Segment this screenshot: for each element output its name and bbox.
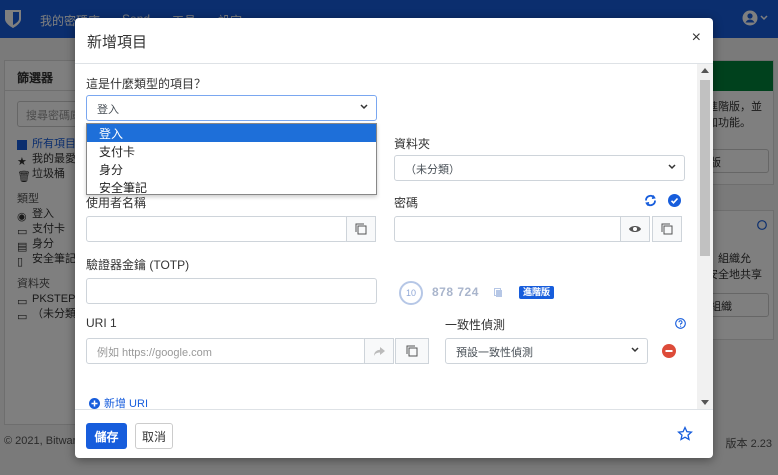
username-input[interactable]: [86, 216, 348, 242]
plus-circle-icon: [89, 397, 100, 409]
help-icon[interactable]: [675, 318, 686, 329]
scroll-down-icon[interactable]: [701, 400, 709, 405]
totp-code: 878 724: [432, 285, 479, 299]
uri-input[interactable]: 例如 https://google.com: [86, 338, 366, 364]
eye-icon: [629, 226, 641, 232]
generate-password-icon[interactable]: [644, 194, 657, 207]
folder-select[interactable]: （未分類）: [394, 155, 685, 181]
item-type-label: 這是什麼類型的項目？: [86, 77, 207, 91]
dialog-body: 這是什麼類型的項目？ 登入 資料夾 （未分類） 使用者名稱 密碼 驗證器金鑰 (…: [75, 64, 713, 410]
chevron-down-icon: [631, 347, 639, 353]
match-detection-label: 一致性偵測: [445, 318, 506, 332]
option-login[interactable]: 登入: [87, 124, 376, 142]
copy-icon: [355, 223, 367, 235]
folder-label: 資料夾: [394, 137, 431, 151]
check-password-icon[interactable]: [668, 194, 681, 207]
copy-icon: [406, 345, 418, 357]
scroll-thumb[interactable]: [700, 80, 710, 256]
copy-icon: [494, 288, 502, 297]
dialog-title: 新增項目: [87, 34, 148, 51]
cancel-button[interactable]: 取消: [135, 423, 173, 449]
option-identity[interactable]: 身分: [87, 160, 376, 178]
close-button[interactable]: ×: [692, 29, 701, 47]
premium-badge: 進階版: [519, 286, 555, 299]
password-input[interactable]: [394, 216, 624, 242]
totp-label: 驗證器金鑰 (TOTP): [86, 258, 190, 272]
launch-uri-button[interactable]: [364, 338, 394, 364]
chevron-down-icon: [360, 104, 368, 110]
toggle-password-button[interactable]: [620, 216, 650, 242]
match-detection-select[interactable]: 預設一致性偵測: [445, 338, 648, 364]
password-label: 密碼: [394, 196, 419, 210]
dialog-header: 新增項目: [75, 18, 713, 64]
username-label: 使用者名稱: [86, 196, 147, 210]
totp-input[interactable]: [86, 278, 377, 304]
option-secure-note[interactable]: 安全筆記: [87, 178, 376, 196]
copy-username-button[interactable]: [346, 216, 376, 242]
dialog-footer: 儲存 取消: [75, 409, 713, 458]
copy-icon: [661, 223, 673, 235]
remove-uri-icon[interactable]: [662, 344, 676, 358]
item-type-select[interactable]: 登入: [86, 95, 377, 121]
save-button[interactable]: 儲存: [86, 423, 127, 449]
option-card[interactable]: 支付卡: [87, 142, 376, 160]
item-type-dropdown[interactable]: 登入 支付卡 身分 安全筆記: [86, 123, 377, 195]
totp-countdown: 10: [399, 281, 423, 305]
favorite-star-icon[interactable]: [677, 426, 693, 442]
add-item-dialog: 新增項目 × 這是什麼類型的項目？ 登入 資料夾 （未分類） 使用者名稱 密碼 …: [75, 18, 713, 458]
scroll-up-icon[interactable]: [701, 68, 709, 73]
chevron-down-icon: [668, 164, 676, 170]
uri-label: URI 1: [86, 316, 117, 330]
copy-uri-button[interactable]: [395, 338, 429, 364]
copy-password-button[interactable]: [652, 216, 682, 242]
dialog-scrollbar[interactable]: [697, 64, 713, 409]
share-arrow-icon: [373, 346, 385, 356]
